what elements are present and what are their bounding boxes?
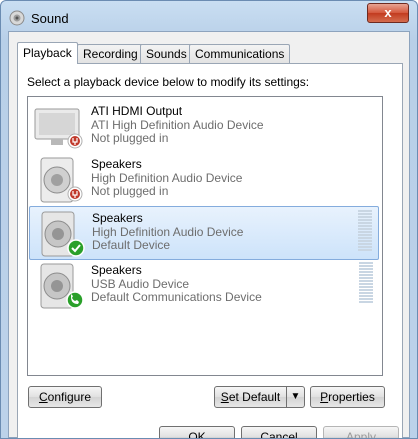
tab-communications[interactable]: Communications xyxy=(189,44,291,63)
properties-button[interactable]: Properties xyxy=(310,386,385,408)
device-name: Speakers xyxy=(92,211,143,225)
speaker-app-icon xyxy=(9,10,25,26)
set-default-button[interactable]: Set Default xyxy=(215,387,286,407)
device-description: High Definition Audio Device xyxy=(92,225,244,239)
tab-recording[interactable]: Recording xyxy=(77,44,144,63)
set-default-label: et Default xyxy=(228,390,281,404)
device-description: USB Audio Device xyxy=(91,277,190,291)
set-default-accelerator: S xyxy=(220,390,229,404)
set-default-split-button[interactable]: Set Default ▼ xyxy=(214,386,305,408)
monitor-icon xyxy=(34,108,83,149)
volume-meter xyxy=(358,210,372,254)
close-button[interactable]: x xyxy=(367,3,409,23)
volume-meter xyxy=(359,262,373,306)
configure-accelerator: C xyxy=(38,390,48,404)
device-item-speakers-default[interactable]: Speakers High Definition Audio Device De… xyxy=(29,206,379,260)
speaker-icon xyxy=(40,157,83,203)
title-bar[interactable]: Sound x xyxy=(1,1,417,31)
device-name: Speakers xyxy=(91,157,142,171)
tab-playback[interactable]: Playback xyxy=(17,42,78,64)
device-item-speakers-hd[interactable]: Speakers High Definition Audio Device No… xyxy=(29,153,379,205)
ok-button[interactable]: OK xyxy=(159,426,235,438)
cancel-button[interactable]: Cancel xyxy=(241,426,317,438)
device-name: ATI HDMI Output xyxy=(91,104,183,118)
dialog-body: Playback Recording Sounds Communications… xyxy=(8,31,410,438)
speaker-icon xyxy=(41,211,85,257)
device-item-ati-hdmi[interactable]: ATI HDMI Output ATI High Definition Audi… xyxy=(29,100,379,152)
playback-panel: Select a playback device below to modify… xyxy=(17,63,403,438)
instruction-text: Select a playback device below to modify… xyxy=(27,75,310,89)
sound-dialog: Sound x Playback Recording Sounds Commun… xyxy=(0,0,418,439)
configure-button[interactable]: Configure xyxy=(28,386,102,408)
device-list[interactable]: ATI HDMI Output ATI High Definition Audi… xyxy=(27,96,383,376)
properties-accelerator: P xyxy=(320,390,329,404)
window-title: Sound xyxy=(31,11,69,26)
properties-label: roperties xyxy=(328,390,375,404)
tab-sounds[interactable]: Sounds xyxy=(140,44,193,63)
device-status: Default Device xyxy=(92,238,171,252)
apply-button[interactable]: Apply xyxy=(323,426,399,438)
device-description: High Definition Audio Device xyxy=(91,171,243,185)
device-item-speakers-usb[interactable]: Speakers USB Audio Device Default Commun… xyxy=(29,259,379,311)
speaker-icon xyxy=(40,263,84,309)
device-name: Speakers xyxy=(91,263,142,277)
chevron-down-icon[interactable]: ▼ xyxy=(286,387,304,407)
device-description: ATI High Definition Audio Device xyxy=(91,118,264,132)
device-status: Not plugged in xyxy=(91,184,169,198)
device-status: Default Communications Device xyxy=(91,290,262,304)
configure-label: onfigure xyxy=(47,390,92,404)
device-status: Not plugged in xyxy=(91,131,169,145)
